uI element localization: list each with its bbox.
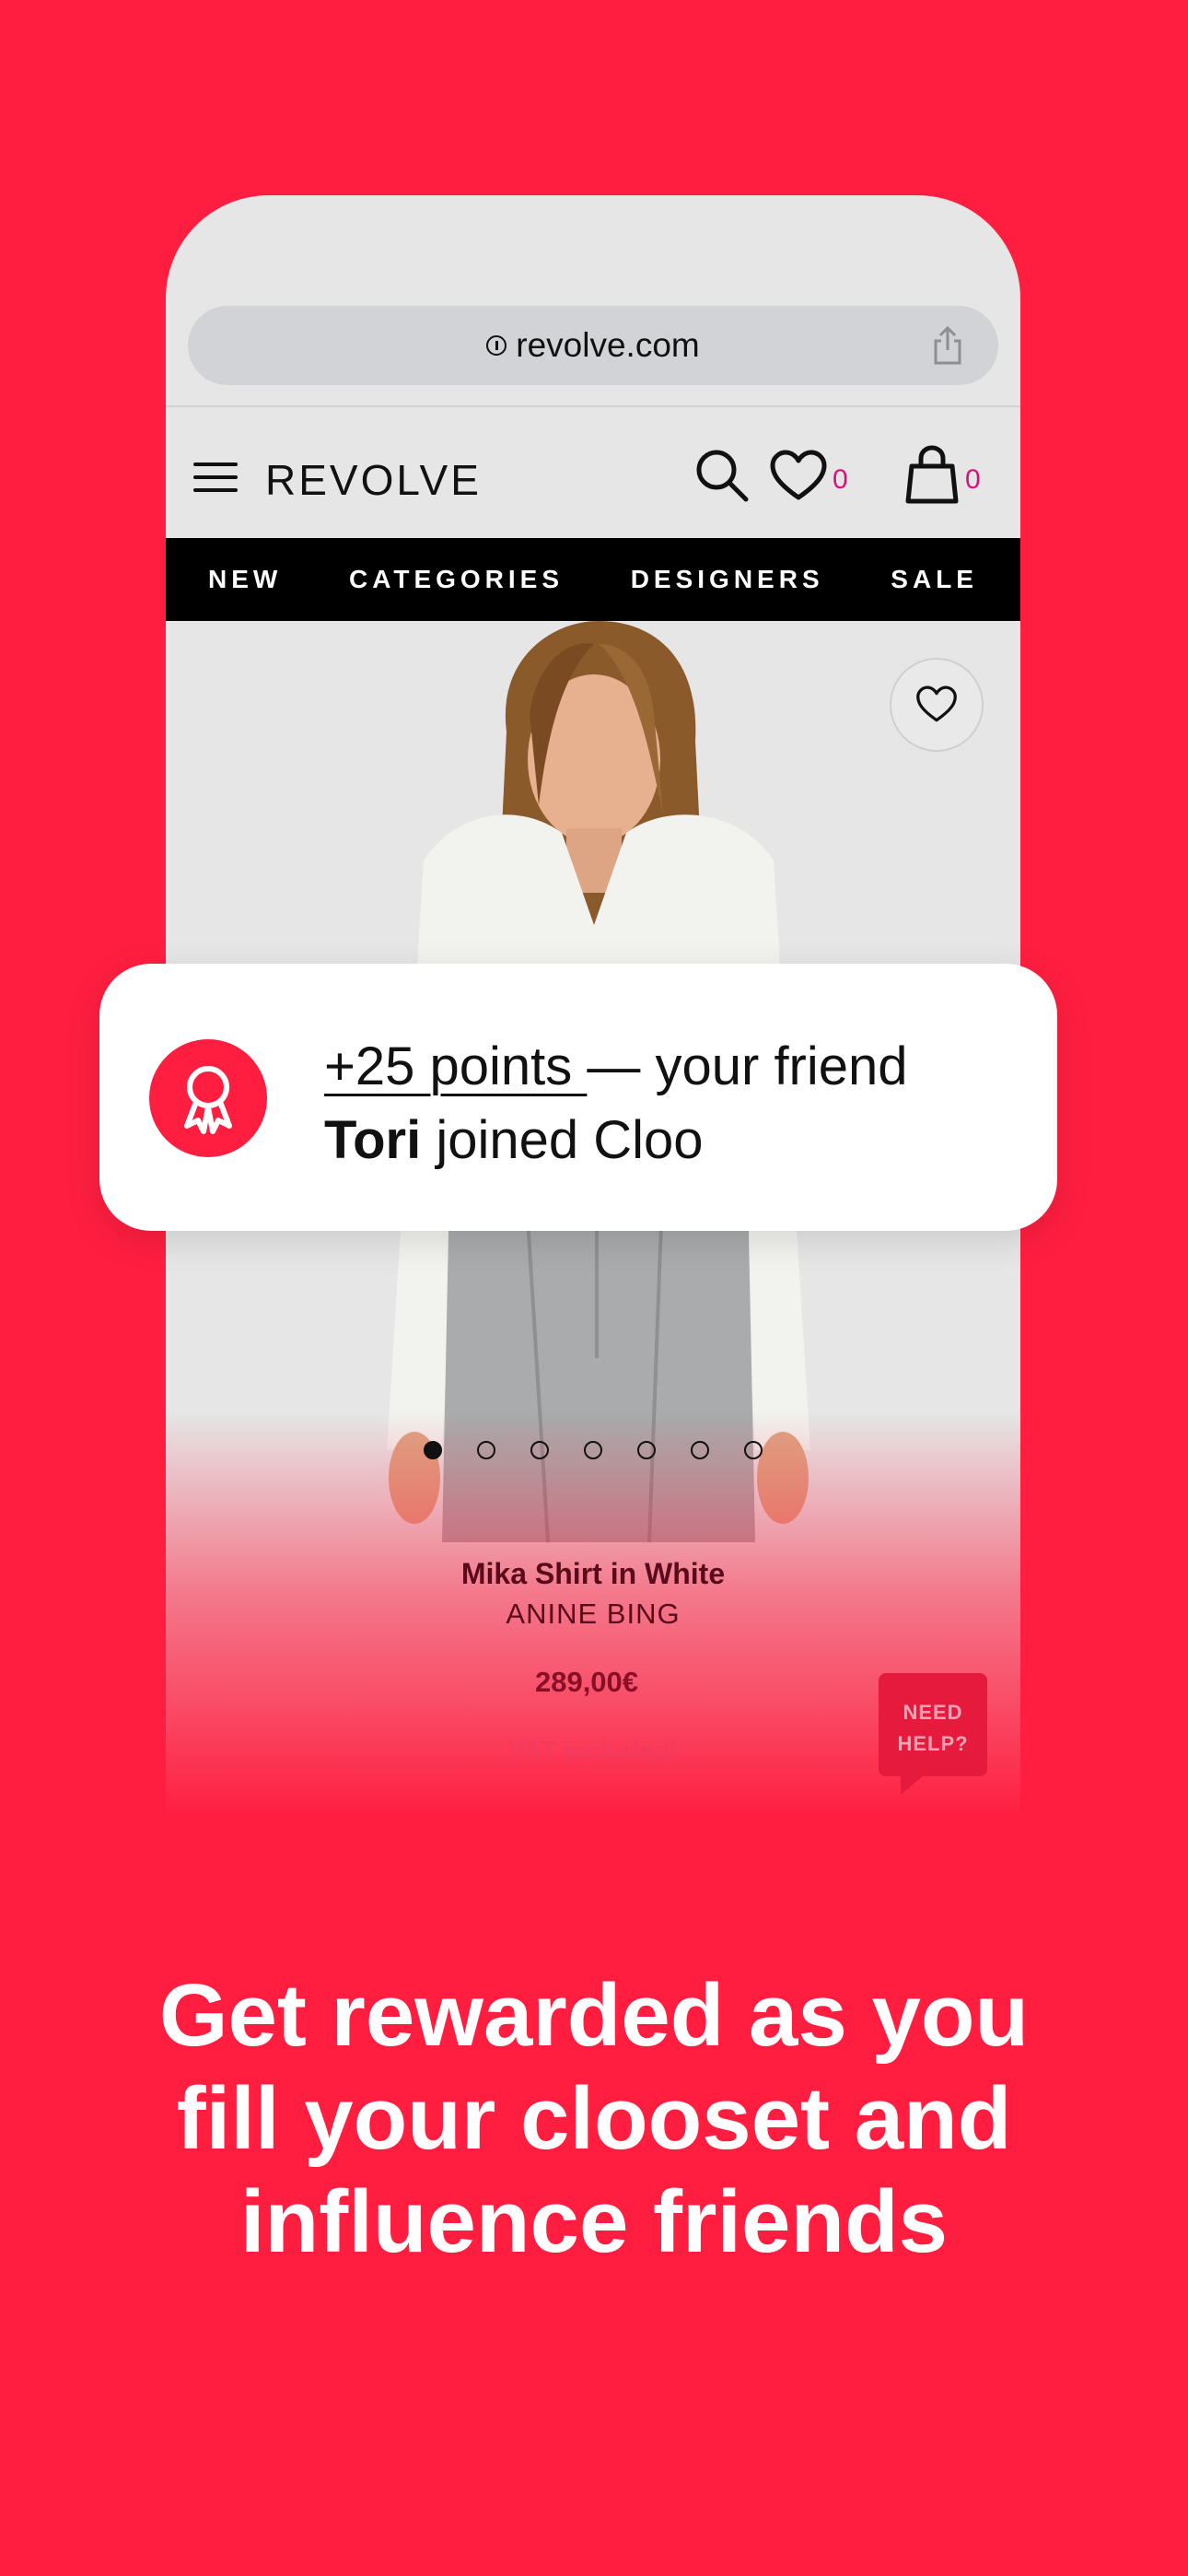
nav-categories[interactable]: CATEGORIES — [349, 565, 564, 594]
site-logo[interactable]: REVOLVE — [265, 455, 482, 505]
pagination-dot[interactable] — [744, 1441, 763, 1459]
menu-icon[interactable] — [193, 463, 238, 494]
need-help-button[interactable]: NEED HELP? — [879, 1673, 987, 1795]
notification-line1: +25 points — your friend — [324, 1036, 908, 1097]
category-nav: NEW CATEGORIES DESIGNERS SALE — [166, 538, 1020, 621]
image-pagination — [424, 1441, 763, 1459]
points-earned[interactable]: +25 points — [324, 1036, 587, 1096]
product-name: Mika Shirt in White — [460, 1557, 726, 1590]
friend-name: Tori — [324, 1110, 422, 1170]
favorite-button[interactable] — [890, 658, 984, 752]
reward-notification[interactable]: +25 points — your friend Tori joined Clo… — [99, 964, 1057, 1231]
promo-headline: Get rewarded as you fill your clooset an… — [0, 1964, 1188, 2274]
notification-line2: Tori joined Cloo — [324, 1109, 704, 1171]
pagination-dot[interactable] — [530, 1441, 549, 1459]
bag-count: 0 — [965, 464, 981, 495]
help-label-line2: HELP? — [897, 1732, 969, 1755]
heart-icon[interactable] — [770, 450, 827, 503]
heart-outline-icon — [916, 685, 957, 722]
product-brand[interactable]: ANINE BING — [166, 1598, 1020, 1631]
pagination-dot[interactable] — [477, 1441, 495, 1459]
site-header: REVOLVE 0 0 — [166, 407, 1020, 547]
headline-line2: fill your clooset and — [176, 2069, 1012, 2168]
pagination-dot[interactable] — [637, 1441, 656, 1459]
nav-designers[interactable]: DESIGNERS — [631, 565, 824, 594]
pagination-dot[interactable] — [424, 1441, 442, 1459]
notification-text-2: joined Cloo — [421, 1110, 704, 1170]
help-label-line1: NEED — [903, 1701, 963, 1724]
url-text: revolve.com — [516, 326, 700, 364]
browser-address-bar[interactable]: revolve.com — [188, 306, 998, 385]
share-icon[interactable] — [925, 322, 971, 369]
nav-sale[interactable]: SALE — [891, 565, 978, 594]
headline-line3: influence friends — [239, 2172, 949, 2271]
info-icon — [486, 335, 507, 356]
nav-new[interactable]: NEW — [208, 565, 282, 594]
search-icon[interactable] — [693, 446, 751, 505]
pagination-dot[interactable] — [691, 1441, 709, 1459]
award-ribbon-icon — [149, 1039, 267, 1157]
headline-line1: Get rewarded as you — [158, 1966, 1030, 2065]
pagination-dot[interactable] — [584, 1441, 602, 1459]
shopping-bag-icon[interactable] — [903, 444, 961, 505]
wishlist-count: 0 — [833, 464, 848, 495]
notification-text: — your friend — [587, 1036, 908, 1096]
